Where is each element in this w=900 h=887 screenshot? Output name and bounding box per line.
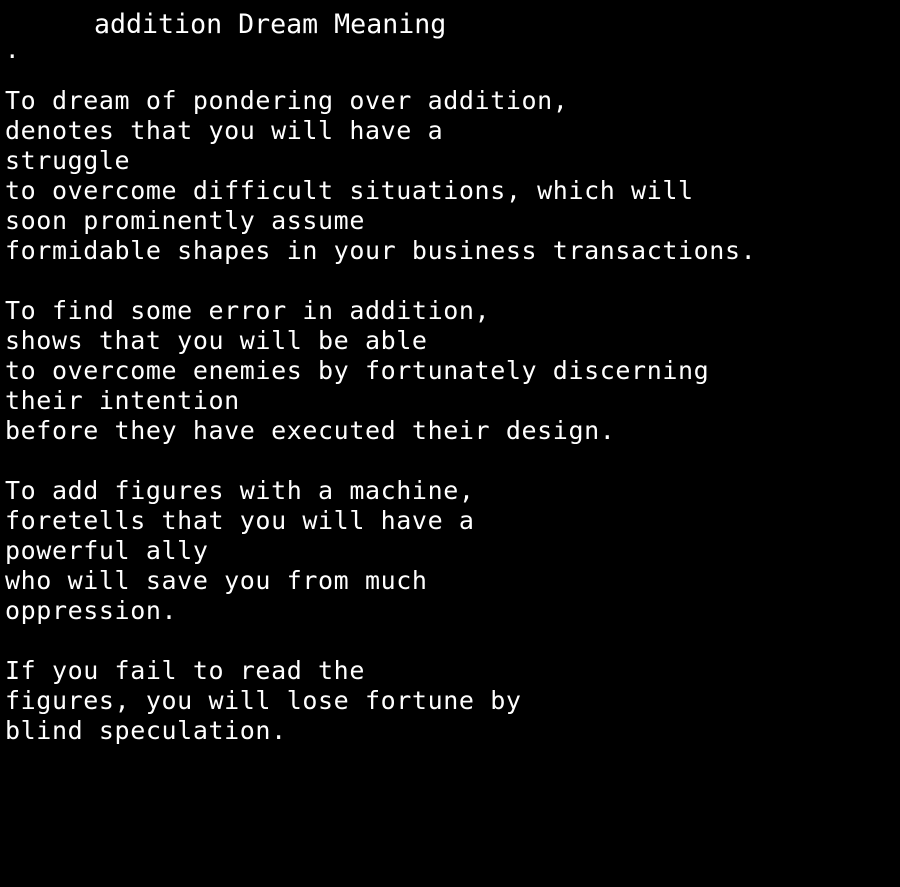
dream-meaning-text: To dream of pondering over addition, deno… (5, 86, 900, 746)
text-line: To dream of pondering over addition, (5, 86, 569, 115)
text-paragraph: If you fail to read the figures, you will… (5, 656, 900, 746)
page-title: addition Dream Meaning (94, 9, 447, 40)
text-paragraph: To dream of pondering over addition, deno… (5, 86, 900, 266)
text-line: oppression. (5, 596, 178, 625)
text-line: formidable shapes in your business trans… (5, 236, 757, 265)
page-root: addition Dream Meaning . To dream of pon… (0, 0, 900, 887)
text-line: If you fail to read the (5, 656, 365, 685)
text-line: to overcome difficult situations, which … (5, 176, 694, 205)
text-line: their intention (5, 386, 240, 415)
text-paragraph: To find some error in addition, shows tha… (5, 296, 900, 446)
text-line: before they have executed their design. (5, 416, 616, 445)
text-line: To find some error in addition, (5, 296, 491, 325)
text-line: who will save you from much (5, 566, 428, 595)
text-paragraph: To add figures with a machine, foretells … (5, 476, 900, 626)
text-line: shows that you will be able (5, 326, 428, 355)
text-line: blind speculation. (5, 716, 287, 745)
text-line: figures, you will lose fortune by (5, 686, 522, 715)
text-line: To add figures with a machine, (5, 476, 475, 505)
text-line: denotes that you will have a (5, 116, 444, 145)
text-line: struggle (5, 146, 131, 175)
text-line: foretells that you will have a (5, 506, 475, 535)
text-line: powerful ally (5, 536, 209, 565)
leading-dot-marker: . (5, 36, 20, 64)
text-line: to overcome enemies by fortunately disce… (5, 356, 710, 385)
text-line: soon prominently assume (5, 206, 365, 235)
